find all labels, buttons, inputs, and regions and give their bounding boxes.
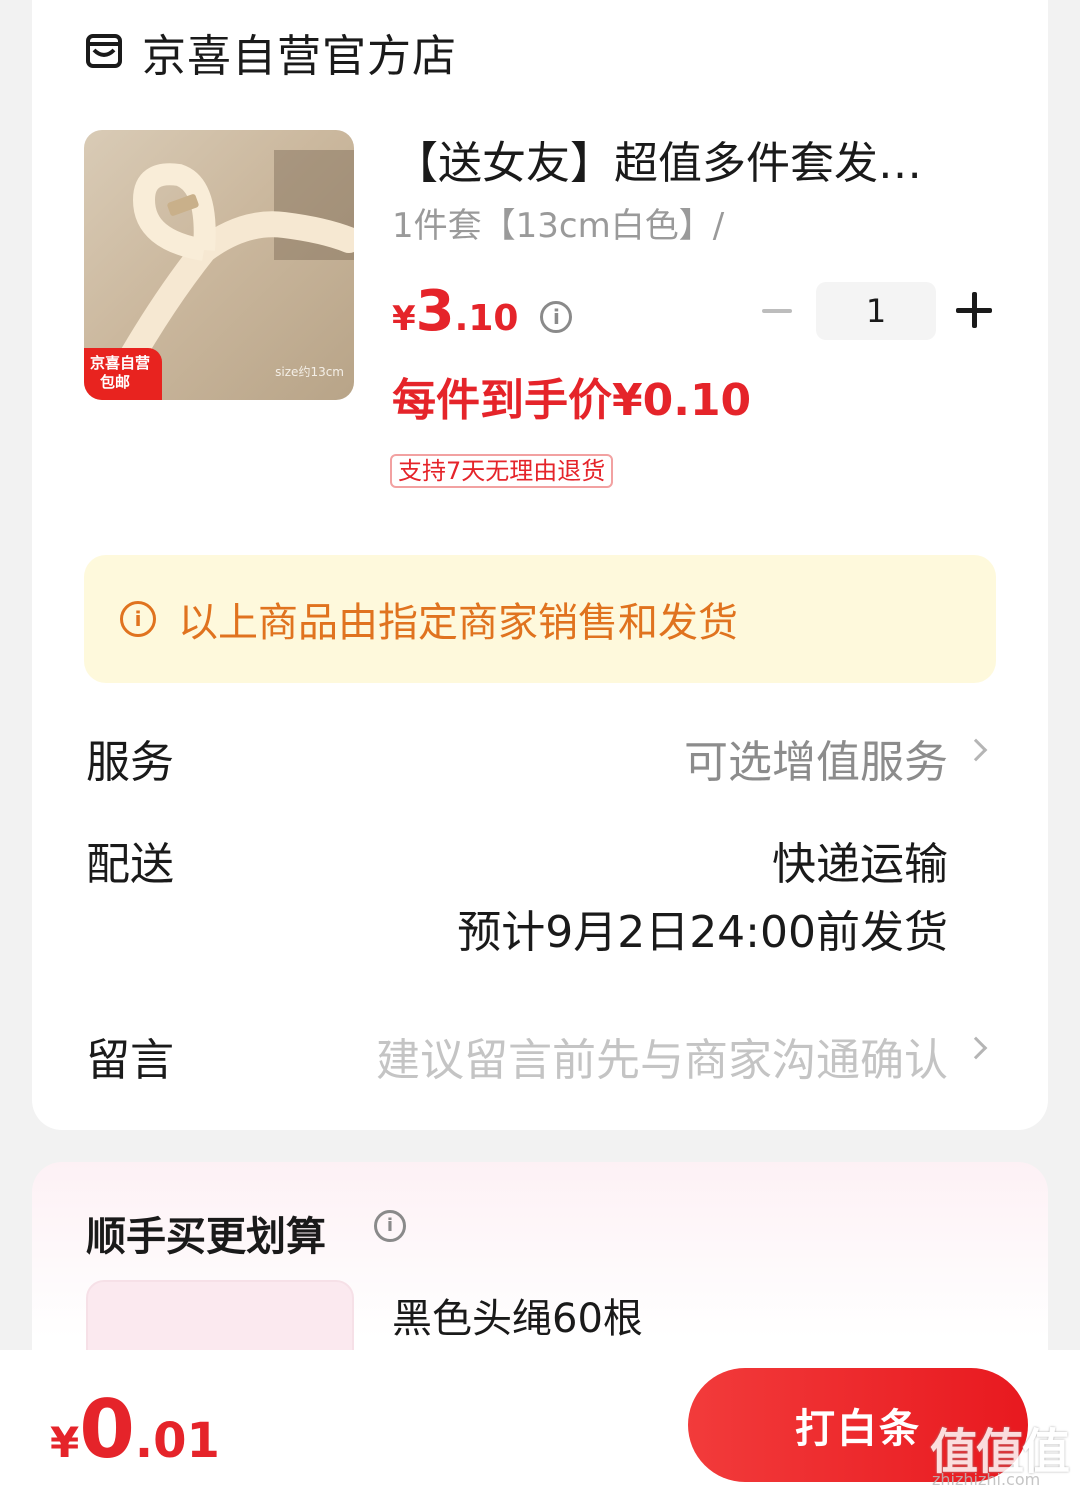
chevron-right-icon	[964, 738, 988, 762]
service-label: 服务	[86, 737, 174, 788]
price-info-icon[interactable]: i	[540, 301, 573, 333]
quantity-input[interactable]	[816, 282, 936, 340]
delivery-method: 快递运输	[772, 839, 948, 890]
delivery-eta: 预计9月2日24:00前发货	[457, 907, 948, 958]
unit-price: ¥ 3 .10 i	[392, 282, 573, 342]
message-label: 留言	[86, 1035, 174, 1086]
return-policy-tag: 支持7天无理由退货	[390, 454, 614, 488]
order-card: 京喜自营官方店 京喜自营 包邮 size约13cm 【送女友】超值多件套发… 1…	[32, 0, 1048, 1130]
shop-header[interactable]: 京喜自营官方店	[84, 22, 457, 82]
deal-price: 每件到手价¥0.10	[392, 375, 752, 426]
upsell-card: 顺手买更划算 i 黑色头绳60根	[32, 1162, 1048, 1400]
store-icon	[86, 34, 122, 68]
delivery-label: 配送	[86, 839, 174, 890]
info-icon: i	[120, 601, 156, 637]
upsell-info-icon[interactable]: i	[374, 1210, 406, 1242]
checkout-bar: ¥ 0 .01 打白条	[0, 1350, 1080, 1499]
chevron-right-icon	[964, 1036, 988, 1060]
thumbnail-badge: 京喜自营 包邮	[84, 348, 162, 400]
thumbnail-size-label: size约13cm	[275, 365, 344, 379]
quantity-increase-button[interactable]	[956, 292, 992, 328]
seller-notice: i 以上商品由指定商家销售和发货	[84, 555, 996, 683]
message-input[interactable]: 建议留言前先与商家沟通确认	[376, 1024, 948, 1088]
service-value: 可选增值服务	[684, 737, 948, 788]
product-thumbnail[interactable]: 京喜自营 包邮 size约13cm	[84, 130, 354, 400]
quantity-decrease-button[interactable]	[760, 294, 794, 328]
product-title[interactable]: 【送女友】超值多件套发…	[394, 135, 994, 193]
total-price: ¥ 0 .01	[50, 1383, 220, 1476]
upsell-title: 顺手买更划算	[86, 1214, 326, 1260]
upsell-item-name[interactable]: 黑色头绳60根	[392, 1286, 643, 1344]
product-spec[interactable]: 1件套【13cm白色】/	[392, 198, 724, 247]
site-watermark: 值值值 zhizhizhi.com	[930, 1424, 1070, 1489]
shop-name: 京喜自营官方店	[142, 31, 457, 82]
minus-icon	[762, 309, 792, 313]
